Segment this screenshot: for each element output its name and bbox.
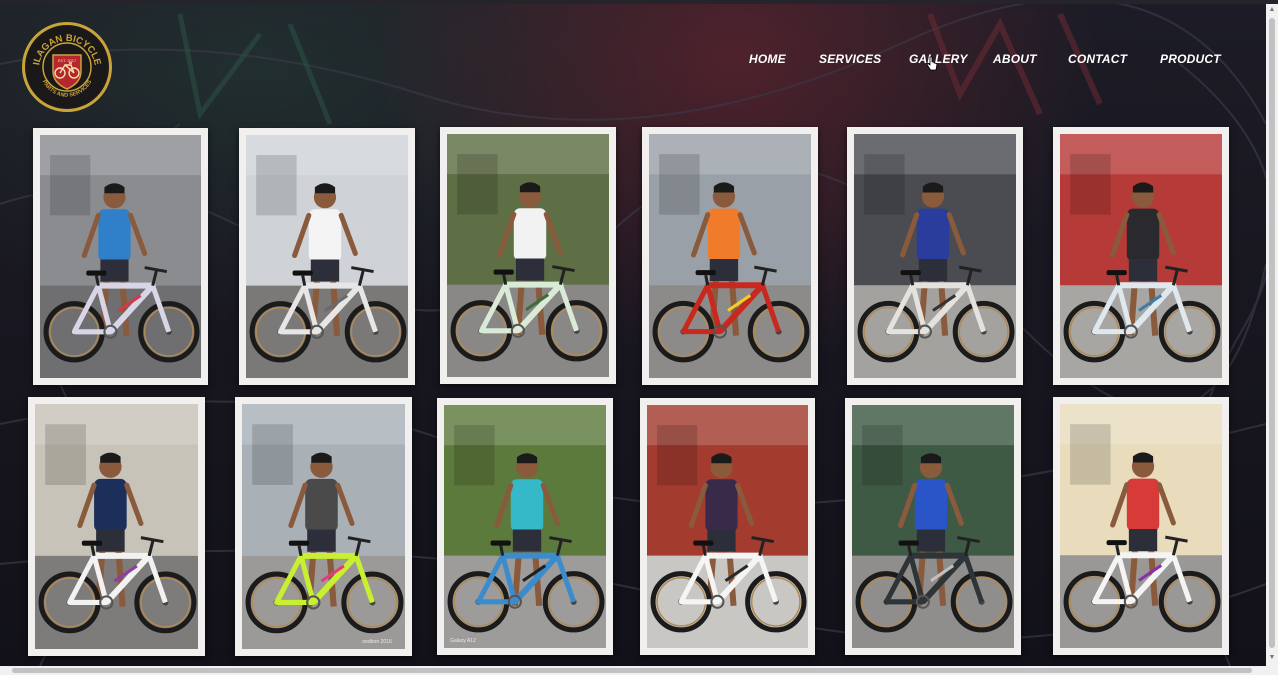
main-nav: HOME SERVICES GALLERY ABOUT CONTACT PROD… bbox=[0, 52, 1266, 72]
photo-illustration bbox=[1060, 404, 1222, 648]
horizontal-scroll-thumb[interactable] bbox=[12, 668, 1252, 673]
photo-illustration bbox=[1060, 134, 1222, 378]
nav-contact[interactable]: CONTACT bbox=[1068, 52, 1127, 66]
nav-home[interactable]: HOME bbox=[749, 52, 786, 66]
nav-services[interactable]: SERVICES bbox=[819, 52, 881, 66]
gallery-photo[interactable] bbox=[847, 127, 1023, 385]
nav-product[interactable]: PRODUCT bbox=[1160, 52, 1221, 66]
nav-gallery[interactable]: GALLERY bbox=[909, 52, 968, 66]
horizontal-scrollbar[interactable] bbox=[0, 666, 1278, 675]
photo-illustration bbox=[246, 135, 408, 378]
gallery-photo[interactable] bbox=[440, 127, 616, 384]
photo-illustration bbox=[647, 405, 808, 648]
gallery-photo[interactable] bbox=[1053, 397, 1229, 655]
vertical-scroll-thumb[interactable] bbox=[1269, 18, 1275, 648]
gallery-photo[interactable]: Galaxy A12 bbox=[437, 398, 613, 655]
gallery-photo[interactable] bbox=[239, 128, 415, 385]
gallery-photo[interactable] bbox=[640, 398, 815, 655]
photo-illustration bbox=[852, 405, 1014, 648]
vertical-scrollbar[interactable]: ▲ ▼ bbox=[1266, 4, 1278, 666]
photo-illustration bbox=[40, 135, 201, 378]
photo-illustration bbox=[854, 134, 1016, 378]
photo-illustration bbox=[35, 404, 198, 649]
photo-illustration bbox=[447, 134, 609, 377]
gallery-photo[interactable] bbox=[33, 128, 208, 385]
photo-illustration bbox=[649, 134, 811, 378]
gallery-photo[interactable] bbox=[642, 127, 818, 385]
gallery-photo[interactable] bbox=[845, 398, 1021, 655]
photo-watermark: Galaxy A12 bbox=[450, 638, 476, 644]
scroll-down-icon[interactable]: ▼ bbox=[1268, 654, 1276, 662]
gallery-photo[interactable] bbox=[1053, 127, 1229, 385]
hand-cursor-icon bbox=[926, 56, 938, 77]
gallery-photo[interactable] bbox=[28, 397, 205, 656]
nav-about[interactable]: ABOUT bbox=[993, 52, 1037, 66]
scroll-up-icon[interactable]: ▲ bbox=[1268, 6, 1276, 14]
gallery-photo[interactable]: oodbon 2016 bbox=[235, 397, 412, 656]
photo-watermark: oodbon 2016 bbox=[362, 639, 392, 645]
photo-illustration: Galaxy A12 bbox=[444, 405, 606, 648]
photo-illustration: oodbon 2016 bbox=[242, 404, 405, 649]
